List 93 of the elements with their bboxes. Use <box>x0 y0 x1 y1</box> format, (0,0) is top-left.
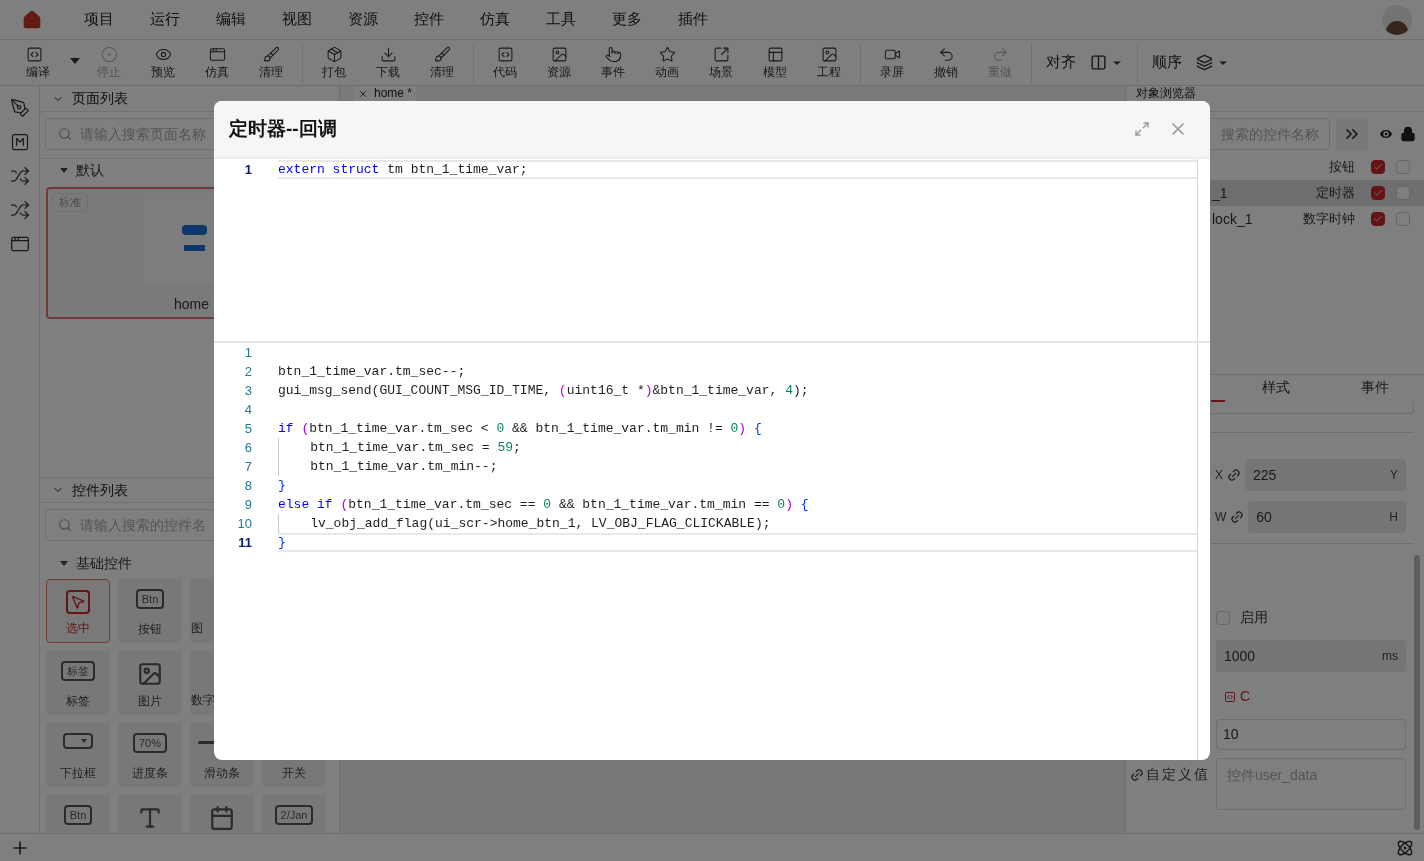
line-number: 2 <box>243 362 252 381</box>
widget-label: 开关 <box>282 765 306 782</box>
panel-title: 页面列表 <box>72 89 128 108</box>
axis-label: W <box>1215 509 1227 526</box>
group-label: 默认 <box>76 161 104 180</box>
toolbar-button[interactable]: 事件 <box>586 46 640 79</box>
toolbar-button[interactable]: 录屏 <box>865 46 919 79</box>
menu-item[interactable]: 工具 <box>546 8 576 31</box>
toolbar-button[interactable]: 清理 <box>415 46 469 79</box>
period-field[interactable]: 1000 ms <box>1216 640 1406 672</box>
property-tab[interactable]: 样式 <box>1226 375 1325 400</box>
widget-label: 滑动条 <box>204 765 240 782</box>
widget-label: 下拉框 <box>60 765 96 782</box>
widget-icon: 70% <box>133 733 167 753</box>
checkbox-label: 启用 <box>1240 608 1268 627</box>
editor-tab[interactable]: home * <box>354 86 417 101</box>
object-type: 数字时钟 <box>1303 210 1355 229</box>
menu-item[interactable]: 插件 <box>678 8 708 31</box>
widget-tile[interactable]: 图片 <box>118 651 182 715</box>
toolbar-button[interactable]: 场景 <box>694 46 748 79</box>
widget-icon: Btn <box>135 589 165 609</box>
line-number: 10 <box>236 514 252 533</box>
object-type: 定时器 <box>1316 184 1355 203</box>
menu-item[interactable]: 运行 <box>150 8 180 31</box>
widget-tile[interactable]: 70% 进度条 <box>118 723 182 787</box>
widget-label: 进度条 <box>132 765 168 782</box>
align-label: 对齐 <box>1046 52 1076 73</box>
widget-label: 数字 <box>191 692 215 709</box>
object-name: _1 <box>1212 183 1228 203</box>
header-code-editor[interactable]: 1 extern struct tm btn_1_time_var; <box>214 157 1210 341</box>
widget-tile[interactable]: 2/Jan <box>262 795 326 833</box>
toolbar-button[interactable]: 动画 <box>640 46 694 79</box>
widget-icon: Btn <box>63 805 93 825</box>
widget-icon: 标签 <box>61 661 95 681</box>
line-number: 8 <box>243 476 252 495</box>
repeat-field[interactable]: 10 <box>1216 719 1406 750</box>
code-text: btn_1_time_var.tm_sec = 59; <box>309 438 521 457</box>
menu-item[interactable]: 视图 <box>282 8 312 31</box>
menu-item[interactable]: 编辑 <box>216 8 246 31</box>
line-number: 6 <box>243 438 252 457</box>
widget-label: 选中 <box>66 620 90 637</box>
line-number: 5 <box>243 419 252 438</box>
code-text: btn_1_time_var.tm_min--; <box>309 457 498 476</box>
order-label: 顺序 <box>1152 52 1182 73</box>
toolbar-button[interactable]: 撤销 <box>919 46 973 79</box>
widget-icon: 2/Jan <box>274 805 314 825</box>
field-label: 自定义值 <box>1146 765 1210 784</box>
widget-tile[interactable]: 选中 <box>46 579 110 643</box>
toolbar-button[interactable]: 清理 <box>244 46 298 79</box>
widget-tile[interactable]: 标签 标签 <box>46 651 110 715</box>
widget-tile[interactable]: 下拉框 <box>46 723 110 787</box>
toolbar-button[interactable]: 仿真 <box>190 46 244 79</box>
widget-label: 标签 <box>66 693 90 710</box>
line-number: 1 <box>243 160 252 179</box>
group-label: 基础控件 <box>76 553 132 573</box>
menu-item[interactable]: 控件 <box>414 8 444 31</box>
toolbar-button[interactable]: 下载 <box>361 46 415 79</box>
menu-item[interactable]: 项目 <box>84 8 114 31</box>
widget-label: 按钮 <box>138 621 162 638</box>
line-number: 1 <box>243 343 252 362</box>
panel-title: 控件列表 <box>72 480 128 500</box>
axis-label: X <box>1215 467 1223 484</box>
panel-title: 对象浏览器 <box>1136 87 1196 100</box>
y-field[interactable]: 225 Y <box>1245 459 1406 491</box>
toolbar-button[interactable]: 工程 <box>802 46 856 79</box>
language-label[interactable]: C <box>1240 686 1251 707</box>
toolbar-button[interactable]: 编译 <box>12 46 82 79</box>
menu-item[interactable]: 仿真 <box>480 8 510 31</box>
toolbar-button[interactable]: 预览 <box>136 46 190 79</box>
object-type: 按钮 <box>1329 158 1355 177</box>
menu-item[interactable]: 资源 <box>348 8 378 31</box>
widget-label: 图 <box>191 620 203 637</box>
menu-item[interactable]: 更多 <box>612 8 642 31</box>
code-text: gui_msg_send(GUI_COUNT_MSG_ID_TIME, (uint16_t *)&btn_1_time_var, 4); <box>278 381 809 400</box>
line-number: 4 <box>243 400 252 419</box>
object-name: lock_1 <box>1212 209 1253 229</box>
page-name: home <box>174 295 210 314</box>
code-text: btn_1_time_var.tm_sec--; <box>278 362 466 381</box>
property-tab[interactable]: 事件 <box>1325 375 1424 400</box>
line-number: 3 <box>243 381 252 400</box>
widget-label: 图片 <box>138 693 162 710</box>
code-text: } <box>278 476 286 495</box>
widget-tile[interactable]: Btn 按钮 <box>118 579 182 643</box>
toolbar-button[interactable]: 资源 <box>532 46 586 79</box>
toolbar-button[interactable]: 打包 <box>307 46 361 79</box>
dialog-title: 定时器--回调 <box>229 116 337 141</box>
toolbar-button[interactable]: 代码 <box>478 46 532 79</box>
code-text: if (btn_1_time_var.tm_sec < 0 && btn_1_time_var.tm_min != 0) { <box>278 419 762 438</box>
toolbar-button[interactable]: 模型 <box>748 46 802 79</box>
line-number: 7 <box>243 457 252 476</box>
height-field[interactable]: 60 H <box>1248 501 1406 533</box>
code-text: extern struct tm btn_1_time_var; <box>278 160 528 179</box>
widget-tile[interactable]: Btn <box>46 795 110 833</box>
